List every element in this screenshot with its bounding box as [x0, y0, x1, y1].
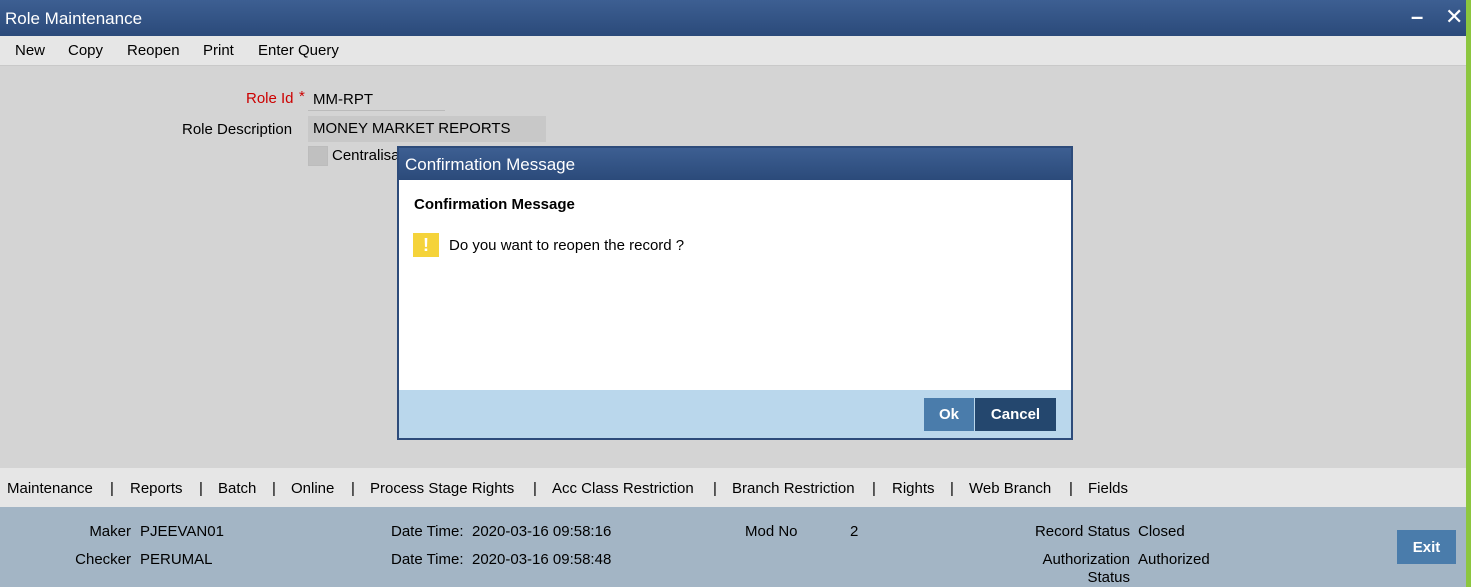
close-icon[interactable]: ✕ [1445, 4, 1463, 30]
tab-online[interactable]: Online [291, 480, 334, 497]
record-status-label: Record Status [1034, 523, 1130, 540]
toolbar-copy[interactable]: Copy [68, 42, 103, 59]
role-description-field[interactable]: MONEY MARKET REPORTS [308, 116, 546, 142]
tab-web-branch[interactable]: Web Branch [969, 480, 1051, 497]
checker-datetime-label: Date Time: [391, 551, 464, 568]
role-description-label: Role Description [182, 121, 293, 138]
required-marker: * [299, 88, 305, 105]
dialog-body: Confirmation Message ! Do you want to re… [399, 180, 1071, 390]
window-edge-accent [1466, 0, 1471, 587]
tab-separator: | [199, 480, 203, 497]
tab-separator: | [110, 480, 114, 497]
tab-separator: | [950, 480, 954, 497]
checker-value: PERUMAL [140, 551, 213, 568]
window-titlebar: Role Maintenance – ✕ [0, 0, 1466, 36]
checker-label: Checker [75, 551, 131, 568]
dialog-heading: Confirmation Message [414, 196, 575, 213]
maker-label: Maker [89, 523, 131, 540]
tab-acc-class-restriction[interactable]: Acc Class Restriction [552, 480, 694, 497]
toolbar-enter-query[interactable]: Enter Query [258, 42, 339, 59]
maker-value: PJEEVAN01 [140, 523, 224, 540]
cancel-button[interactable]: Cancel [975, 398, 1056, 431]
tab-separator: | [713, 480, 717, 497]
authorization-status-label: Authorization [1042, 551, 1130, 568]
dialog-message: Do you want to reopen the record ? [449, 237, 685, 254]
checker-datetime-value: 2020-03-16 09:58:48 [472, 551, 612, 568]
record-status-value: Closed [1138, 523, 1185, 540]
centralisation-checkbox[interactable] [308, 146, 328, 166]
exit-button[interactable]: Exit [1397, 530, 1456, 564]
action-toolbar: New Copy Reopen Print Enter Query [0, 36, 1466, 66]
ok-button[interactable]: Ok [924, 398, 974, 431]
warning-icon: ! [413, 233, 439, 257]
tab-reports[interactable]: Reports [130, 480, 183, 497]
authorization-status-label-line2: Status [1087, 569, 1130, 586]
role-id-label: Role Id [246, 90, 294, 107]
dialog-title: Confirmation Message [405, 155, 576, 174]
tab-fields[interactable]: Fields [1088, 480, 1128, 497]
tab-separator: | [272, 480, 276, 497]
role-id-field[interactable]: MM-RPT [308, 87, 445, 111]
tab-separator: | [533, 480, 537, 497]
tab-maintenance[interactable]: Maintenance [7, 480, 93, 497]
toolbar-print[interactable]: Print [203, 42, 234, 59]
maker-datetime-value: 2020-03-16 09:58:16 [472, 523, 612, 540]
tab-batch[interactable]: Batch [218, 480, 256, 497]
authorization-status-value: Authorized [1138, 551, 1210, 568]
tab-separator: | [351, 480, 355, 497]
section-tabs: Maintenance | Reports | Batch | Online |… [0, 468, 1466, 507]
toolbar-new[interactable]: New [15, 42, 45, 59]
mod-no-label: Mod No [745, 523, 798, 540]
maker-datetime-label: Date Time: [391, 523, 464, 540]
tab-branch-restriction[interactable]: Branch Restriction [732, 480, 855, 497]
tab-process-stage-rights[interactable]: Process Stage Rights [370, 480, 514, 497]
tab-rights[interactable]: Rights [892, 480, 935, 497]
audit-footer: Maker PJEEVAN01 Checker PERUMAL Date Tim… [0, 507, 1466, 587]
tab-separator: | [1069, 480, 1073, 497]
toolbar-reopen[interactable]: Reopen [127, 42, 180, 59]
tab-separator: | [872, 480, 876, 497]
dialog-header: Confirmation Message [399, 148, 1071, 180]
minimize-icon[interactable]: – [1411, 4, 1423, 30]
centralisation-label: Centralisa [332, 147, 400, 164]
dialog-footer: Ok Cancel [399, 390, 1071, 438]
mod-no-value: 2 [850, 523, 859, 540]
window-title: Role Maintenance [5, 9, 143, 28]
confirmation-dialog: Confirmation Message Confirmation Messag… [397, 146, 1073, 440]
